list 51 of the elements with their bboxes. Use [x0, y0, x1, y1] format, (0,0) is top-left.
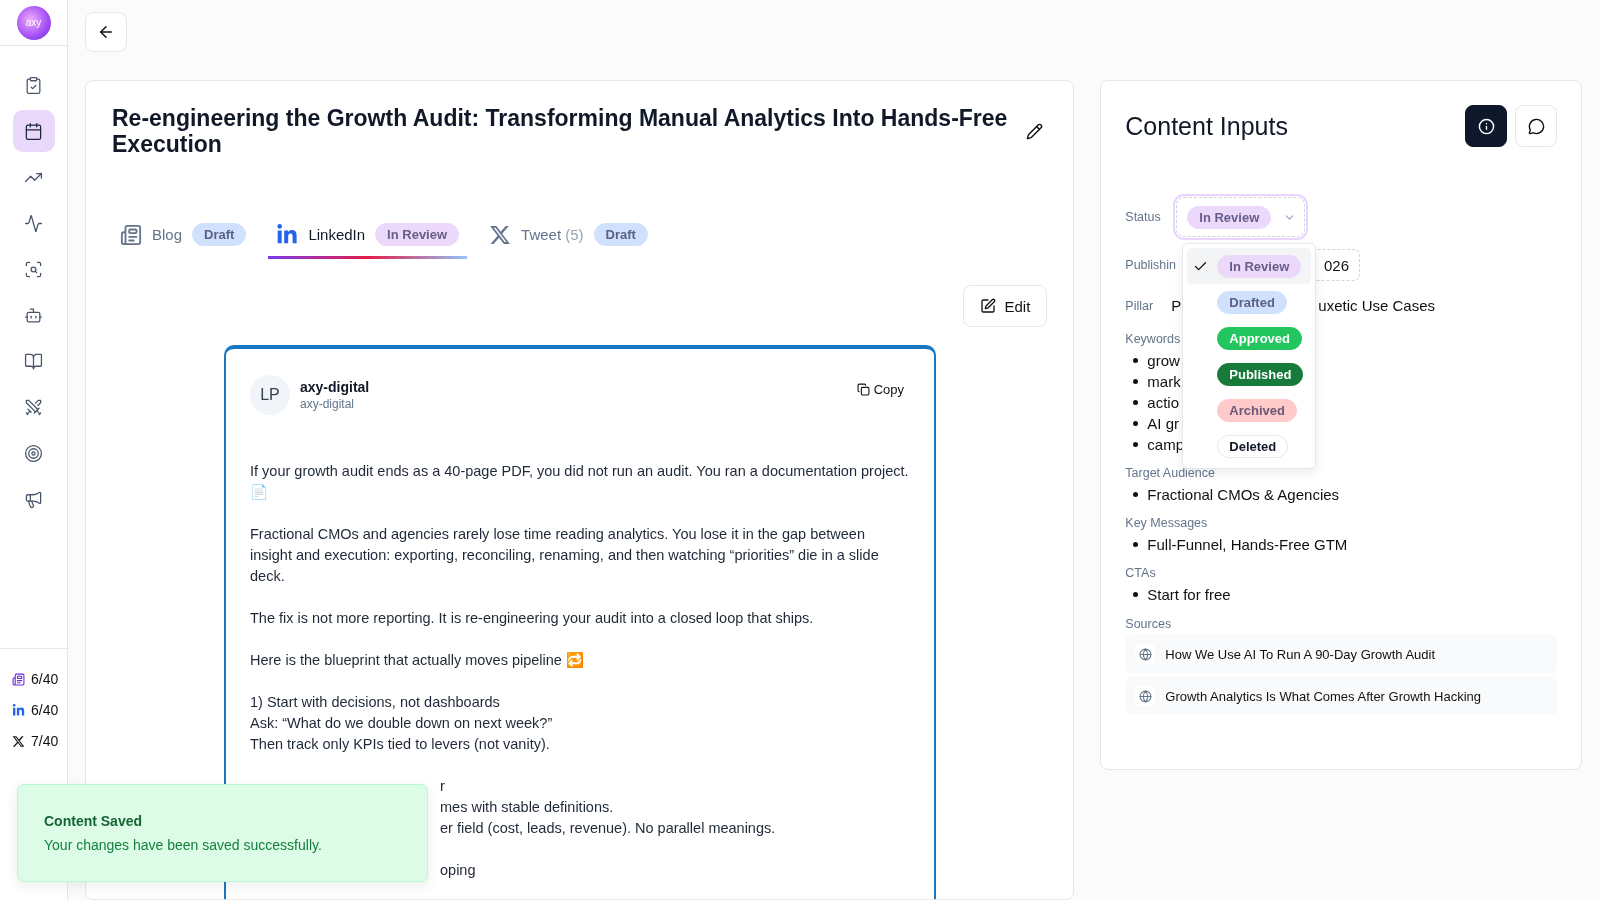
field-label: Publishin: [1125, 258, 1177, 272]
status-badge: Deleted: [1217, 434, 1289, 458]
author-handle: axy-digital: [300, 397, 356, 411]
status-badge: Draft: [593, 223, 648, 246]
content-title: Re-engineering the Growth Audit: Transforming Manual Analytics Into Hands-Free Execution: [112, 105, 1009, 157]
post-text: Here is the blueprint that actually moves pipeline 🔁: [250, 651, 585, 670]
post-text: mes with stable definitions.: [440, 798, 615, 817]
toast-message: Your changes have been saved successfully.: [44, 837, 323, 853]
usage-count: 6/40: [31, 671, 59, 687]
post-text: Fractional CMOs and agencies rarely lose time reading analytics. You lose it in the gap between insight and execution: exporting, reconciling, renaming, and then watching “priorities” die in a slide deck.: [250, 525, 880, 586]
tab-label: Blog: [152, 226, 183, 243]
panel-title: Content Inputs: [1125, 111, 1289, 141]
post-text: oping: [440, 861, 477, 880]
status-badge: Drafted: [1217, 290, 1287, 314]
field-label: Target Audience: [1125, 466, 1215, 480]
avatar: LP: [250, 375, 290, 415]
list-item: grow: [1147, 351, 1180, 371]
status-badge: Published: [1217, 362, 1304, 386]
list-item: Start for free: [1147, 585, 1231, 605]
post-text: Ask: “What do we double down on next week?”: [250, 714, 554, 733]
field-label: Status: [1125, 210, 1162, 224]
list-item: Fractional CMOs & Agencies: [1147, 485, 1340, 505]
tab-label: LinkedIn: [308, 226, 366, 243]
field-label: Sources: [1125, 617, 1172, 631]
post-text: If your growth audit ends as a 40-page PDF, you did not run an audit. You ran a documentation project. 📄: [250, 462, 910, 502]
status-badge: In Review: [1217, 254, 1302, 278]
toast-title: Content Saved: [44, 813, 143, 829]
author-name: axy-digital: [300, 379, 371, 395]
post-text: er field (cost, leads, revenue). No parallel meanings.: [440, 819, 777, 838]
field-value: P: [1171, 297, 1182, 314]
tab-label: Tweet (5): [521, 226, 584, 243]
post-text: The fix is not more reporting. It is re-engineering your audit into a closed loop that ships.: [250, 609, 815, 628]
status-badge: Approved: [1217, 326, 1302, 350]
status-badge: In Review: [375, 223, 460, 246]
field-label: Key Messages: [1125, 516, 1208, 530]
status-badge: In Review: [1187, 205, 1272, 229]
post-text: Then track only KPIs tied to levers (not vanity).: [250, 735, 551, 754]
status-badge: Draft: [192, 223, 247, 246]
list-item: actio: [1147, 393, 1179, 413]
usage-count: 7/40: [31, 733, 59, 749]
post-text: r: [440, 777, 446, 796]
field-label: Keywords: [1125, 332, 1181, 346]
field-label: Pillar: [1125, 298, 1155, 313]
post-text: 1) Start with decisions, not dashboards: [250, 693, 501, 712]
usage-count: 6/40: [31, 702, 59, 718]
list-item: AI gr: [1147, 414, 1179, 434]
field-label: CTAs: [1125, 566, 1156, 580]
list-item: mark: [1147, 372, 1181, 392]
list-item: Full-Funnel, Hands-Free GTM: [1147, 535, 1348, 555]
field-value: uxetic Use Cases: [1318, 297, 1436, 314]
status-badge: Archived: [1217, 398, 1297, 422]
